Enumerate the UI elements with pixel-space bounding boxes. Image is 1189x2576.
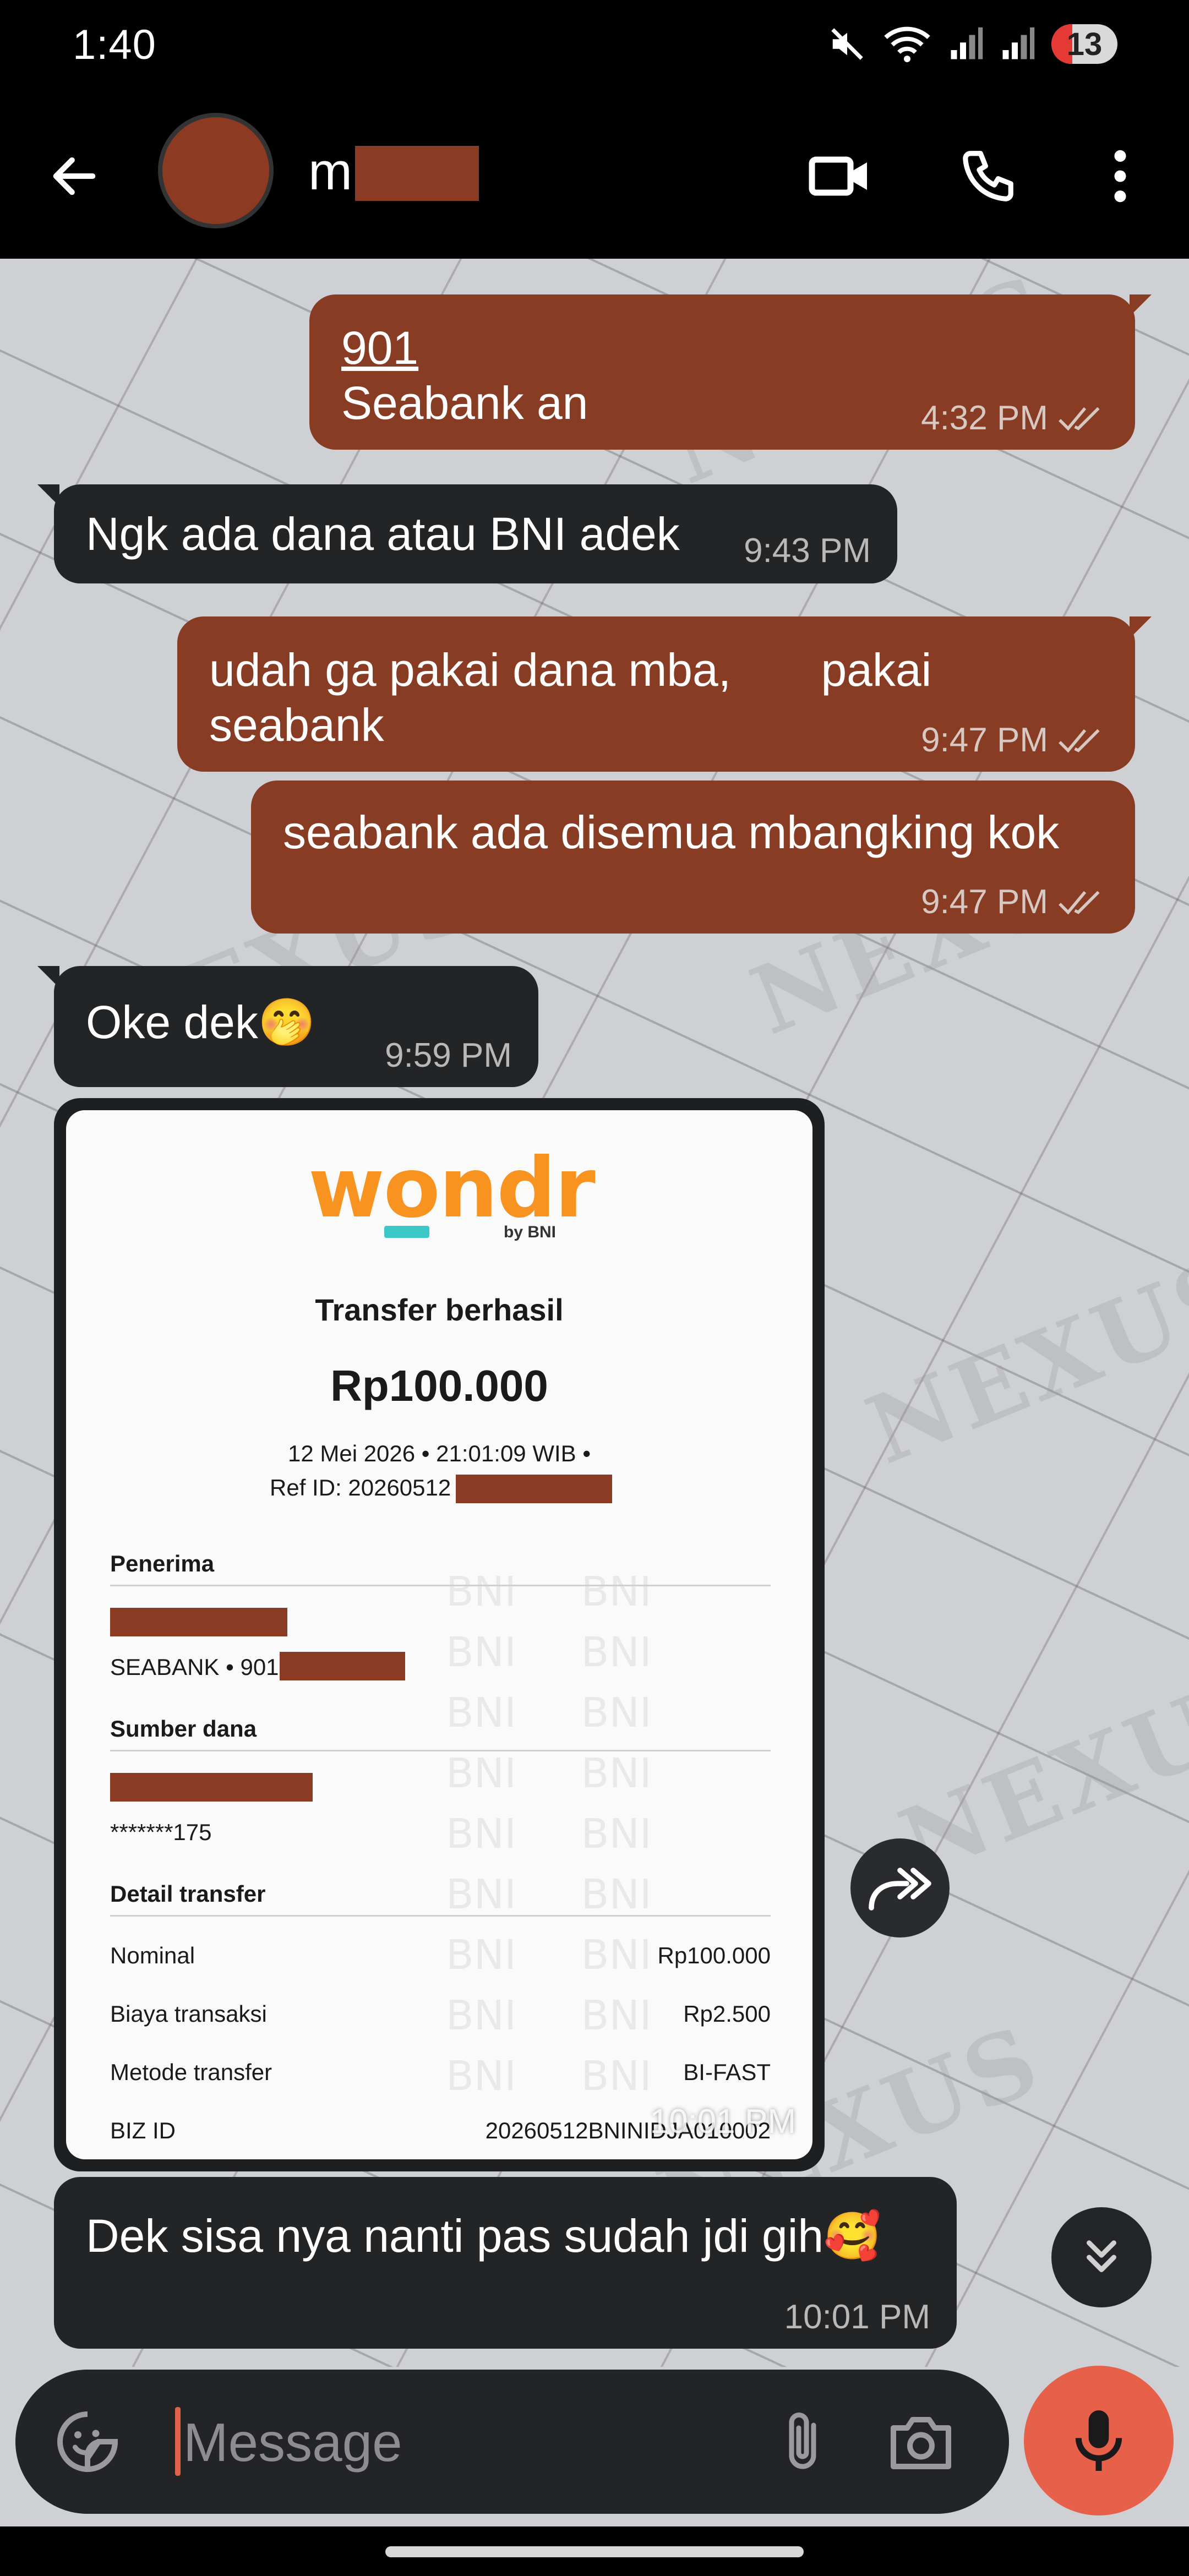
voice-call-button[interactable]	[952, 140, 1024, 212]
system-navigation-bar	[0, 2526, 1189, 2576]
message-list[interactable]: NEXUS NEXUS NEXUS NEXUS NEXUS NEXUS 901 …	[0, 259, 1189, 2367]
double-chevron-down-icon	[1087, 2240, 1116, 2272]
message-timestamp: 9:43 PM	[744, 532, 871, 570]
read-receipt-icon	[1059, 729, 1100, 752]
receipt-ref-id: Ref ID: 20260512	[270, 1475, 451, 1500]
recipient-bank: SEABANK • 901	[110, 1654, 279, 1680]
message-composer	[15, 2370, 1009, 2514]
emoji-sticker-icon	[57, 2411, 118, 2473]
forward-button[interactable]	[850, 1838, 950, 1938]
call-icon	[963, 151, 1013, 201]
receipt-amount: Rp100.000	[330, 1361, 548, 1410]
message-timestamp: 9:47 PM	[921, 882, 1109, 921]
mute-icon	[831, 28, 863, 60]
message-bubble-outgoing[interactable]: udah ga pakai dana mba, pakai seabank 9:…	[177, 616, 1152, 772]
message-text-link[interactable]: 901	[341, 319, 418, 376]
read-receipt-icon	[1059, 891, 1100, 914]
paperclip-icon	[789, 2413, 816, 2469]
home-gesture-handle[interactable]	[385, 2546, 804, 2557]
forward-icon	[869, 1868, 931, 1911]
message-timestamp: 4:32 PM	[921, 399, 1109, 438]
more-options-button[interactable]	[1087, 140, 1153, 212]
source-account: *******175	[110, 1819, 212, 1845]
arrow-left-icon	[53, 157, 96, 195]
camera-icon	[891, 2417, 951, 2469]
back-button[interactable]	[44, 140, 105, 212]
message-bubble-incoming[interactable]: Ngk ada dana atau BNI adek 9:43 PM	[37, 484, 897, 583]
wondr-logo: wondr by BNI	[308, 1140, 596, 1241]
message-bubble-incoming[interactable]: Oke dek🤭 9:59 PM	[37, 966, 538, 1087]
signal-icon	[1002, 27, 1035, 59]
detail-section-title: Detail transfer	[110, 1881, 266, 1907]
attach-button[interactable]	[767, 2405, 838, 2478]
microphone-icon	[1075, 2410, 1122, 2471]
contact-name[interactable]: m	[308, 141, 352, 202]
receipt-image[interactable]: BNI BNI BNI BNI BNI BNI BNI BNI BNI BNI …	[66, 1110, 812, 2159]
message-text: Oke dek🤭	[86, 996, 316, 1048]
status-icons: 13	[828, 22, 1117, 66]
status-bar: 1:40 13	[0, 0, 1189, 91]
battery-level: 13	[1066, 26, 1103, 62]
detail-row: Nominal Rp100.000	[110, 1942, 771, 1968]
camera-button[interactable]	[882, 2405, 959, 2478]
chat-watermark: NEXUS	[853, 1233, 1189, 1486]
video-call-button[interactable]	[804, 140, 875, 212]
receipt-title: Transfer berhasil	[315, 1292, 564, 1327]
message-text: seabank	[209, 699, 384, 751]
message-text: Dek sisa nya nanti pas sudah jdi gih🥰	[86, 2210, 881, 2262]
source-section-title: Sumber dana	[110, 1716, 257, 1742]
message-input[interactable]	[183, 2398, 734, 2486]
wifi-icon	[884, 26, 930, 62]
emoji-button[interactable]	[51, 2405, 124, 2478]
message-timestamp: 10:01 PM	[650, 2103, 796, 2141]
recipient-account-redaction	[280, 1652, 405, 1680]
status-time: 1:40	[73, 21, 156, 68]
chat-header: m	[0, 91, 1189, 259]
battery-indicator: 13	[1051, 24, 1117, 64]
message-timestamp: 9:47 PM	[921, 721, 1109, 760]
message-text: Seabank an	[341, 377, 588, 429]
message-text: seabank ada disemua mbangking kok	[283, 806, 1060, 858]
voice-message-button[interactable]	[1024, 2366, 1174, 2515]
read-receipt-icon	[1059, 407, 1100, 430]
message-text: udah ga pakai dana mba, pakai	[209, 644, 932, 696]
video-call-icon	[809, 156, 867, 196]
message-bubble-incoming[interactable]: Dek sisa nya nanti pas sudah jdi gih🥰 10…	[54, 2177, 957, 2349]
more-icon	[1114, 150, 1126, 203]
message-bubble-outgoing[interactable]: seabank ada disemua mbangking kok 9:47 P…	[251, 781, 1135, 934]
recipient-name-redaction	[110, 1608, 287, 1636]
ref-redaction	[456, 1475, 612, 1503]
scroll-to-bottom-button[interactable]	[1051, 2207, 1152, 2307]
text-caret	[175, 2407, 181, 2476]
wondr-by-bni: by BNI	[504, 1223, 557, 1241]
message-image-bubble[interactable]: BNI BNI BNI BNI BNI BNI BNI BNI BNI BNI …	[54, 1098, 825, 2171]
detail-row: Metode transfer BI-FAST	[110, 2059, 771, 2085]
message-bubble-outgoing[interactable]: 901 Seabank an 4:32 PM	[309, 294, 1152, 450]
source-name-redaction	[110, 1773, 313, 1802]
recipient-section-title: Penerima	[110, 1551, 215, 1576]
message-timestamp: 9:59 PM	[385, 1036, 512, 1074]
message-text: Ngk ada dana atau BNI adek	[86, 508, 680, 560]
detail-row: Biaya transaksi Rp2.500	[110, 2001, 771, 2027]
name-redaction	[355, 146, 479, 201]
signal-icon	[951, 27, 983, 59]
message-timestamp: 10:01 PM	[784, 2298, 930, 2336]
contact-avatar[interactable]	[158, 113, 274, 228]
receipt-datetime: 12 Mei 2026 • 21:01:09 WIB •	[287, 1440, 591, 1466]
wondr-wordmark: wondr	[308, 1140, 596, 1236]
